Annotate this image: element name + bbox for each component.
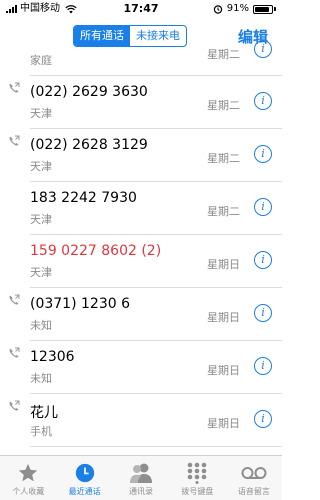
- phone-screen: 中国移动 17:47 91% 所有通话 未接来电 编辑 家庭 星期二 i (02…: [0, 0, 282, 500]
- call-day: 星期日: [207, 311, 240, 324]
- segment-missed-calls[interactable]: 未接来电: [130, 26, 186, 46]
- outgoing-call-icon: [9, 82, 20, 93]
- call-row[interactable]: (022) 2628 3129 天津 星期二 i: [9, 129, 282, 182]
- call-number: (0371) 1230 6: [30, 296, 130, 312]
- tab-label: 通讯录: [129, 487, 154, 496]
- call-day: 星期二: [207, 48, 240, 61]
- info-icon[interactable]: i: [254, 145, 272, 163]
- call-label: 手机: [30, 425, 52, 438]
- call-row[interactable]: (022) 2629 3630 天津 星期二 i: [9, 76, 282, 129]
- call-number: (022) 2629 3630: [30, 84, 148, 100]
- call-number: 12306: [30, 349, 75, 365]
- call-label: 天津: [30, 213, 52, 226]
- call-label: 天津: [30, 160, 52, 173]
- clock-icon: [72, 461, 98, 485]
- call-row-missed[interactable]: 159 0227 8602 (2) 天津 星期日 i: [30, 235, 282, 288]
- outgoing-call-icon: [9, 347, 20, 358]
- info-icon[interactable]: i: [254, 198, 272, 216]
- info-icon[interactable]: i: [254, 304, 272, 322]
- voicemail-icon: [241, 461, 267, 485]
- call-row[interactable]: 家庭 星期二 i: [30, 40, 282, 76]
- call-day: 星期二: [207, 99, 240, 112]
- call-day: 星期二: [207, 152, 240, 165]
- tab-bar: 个人收藏 最近通话 通讯录 拨号键盘 语音留言: [0, 455, 282, 500]
- status-time: 17:47: [123, 2, 159, 15]
- tab-label: 拨号键盘: [181, 487, 214, 496]
- call-day: 星期日: [207, 258, 240, 271]
- outgoing-call-icon: [9, 135, 20, 146]
- call-label: 天津: [30, 266, 52, 279]
- call-row[interactable]: (0371) 1230 6 未知 星期日 i: [9, 288, 282, 341]
- call-label: 未知: [30, 372, 52, 385]
- info-icon[interactable]: i: [254, 357, 272, 375]
- info-icon[interactable]: i: [254, 410, 272, 428]
- status-bar: 中国移动 17:47 91%: [0, 0, 282, 18]
- tab-label: 最近通话: [68, 487, 101, 496]
- info-icon[interactable]: i: [254, 92, 272, 110]
- tab-favorites[interactable]: 个人收藏: [0, 456, 56, 500]
- info-icon[interactable]: i: [254, 251, 272, 269]
- call-row[interactable]: 花儿 手机 星期日 i: [9, 394, 282, 447]
- call-number: 159 0227 8602 (2): [30, 243, 162, 259]
- call-label: 未知: [30, 319, 52, 332]
- tab-recents[interactable]: 最近通话: [56, 456, 112, 500]
- battery-icon: [253, 4, 276, 14]
- info-icon[interactable]: i: [254, 40, 272, 58]
- star-icon: [15, 461, 41, 485]
- call-day: 星期日: [207, 364, 240, 377]
- call-row[interactable]: 12306 未知 星期日 i: [9, 341, 282, 394]
- tab-voicemail[interactable]: 语音留言: [226, 456, 282, 500]
- call-contact-name: 花儿: [30, 405, 58, 421]
- call-day: 星期日: [207, 417, 240, 430]
- outgoing-call-icon: [9, 294, 20, 305]
- recent-calls-list: 家庭 星期二 i (022) 2629 3630 天津 星期二 i (022) …: [0, 40, 282, 447]
- call-label: 家庭: [30, 54, 52, 67]
- call-number: 183 2242 7930: [30, 190, 137, 206]
- tab-label: 个人收藏: [12, 487, 45, 496]
- tab-keypad[interactable]: 拨号键盘: [169, 456, 225, 500]
- call-filter-segmented-control: 所有通话 未接来电: [73, 25, 187, 47]
- call-label: 天津: [30, 107, 52, 120]
- call-day: 星期二: [207, 205, 240, 218]
- call-row[interactable]: 183 2242 7930 天津 星期二 i: [30, 182, 282, 235]
- outgoing-call-icon: [9, 400, 20, 411]
- call-number: (022) 2628 3129: [30, 137, 148, 153]
- segment-all-calls[interactable]: 所有通话: [74, 26, 130, 46]
- contacts-icon: [128, 461, 154, 485]
- tab-contacts[interactable]: 通讯录: [113, 456, 169, 500]
- tab-label: 语音留言: [237, 487, 270, 496]
- keypad-icon: [184, 461, 210, 485]
